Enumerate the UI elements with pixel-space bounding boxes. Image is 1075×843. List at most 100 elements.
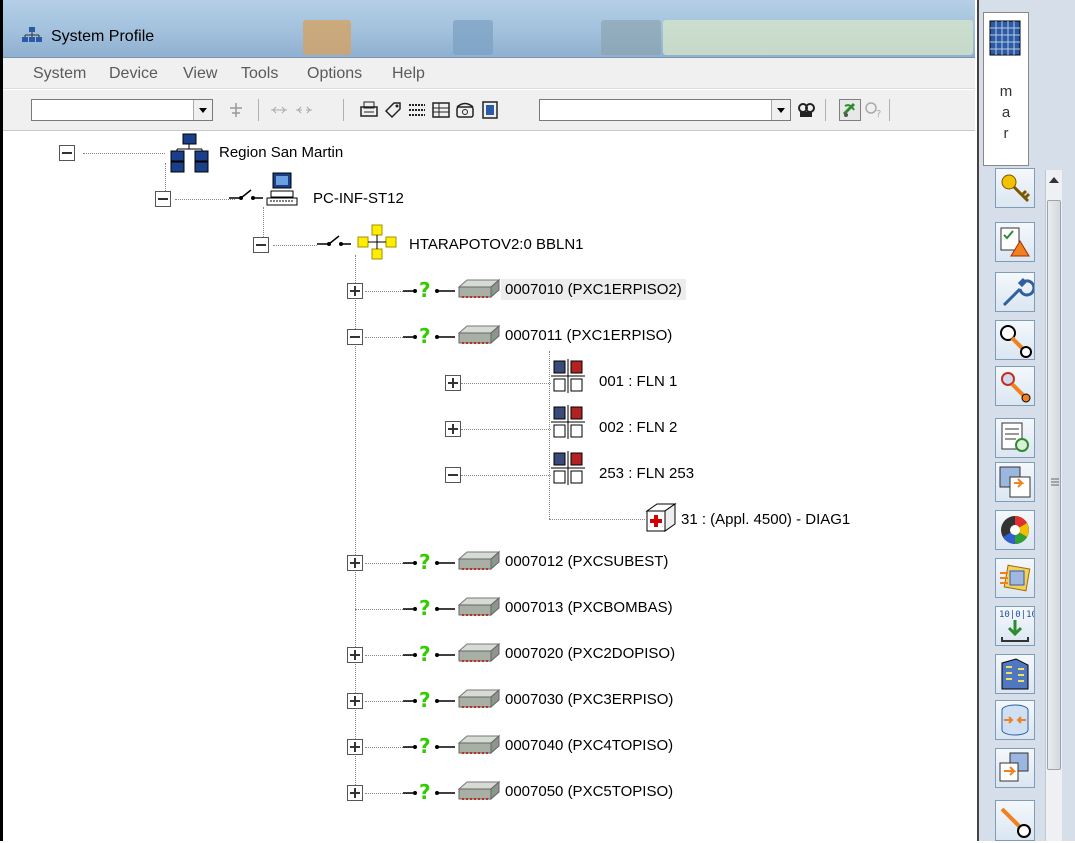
link-icon[interactable] xyxy=(268,99,290,121)
expand-toggle[interactable] xyxy=(445,375,461,391)
grid-icon[interactable] xyxy=(430,99,452,121)
toolbar-separator xyxy=(889,99,890,121)
background-window-blur xyxy=(663,20,973,55)
controller-icon xyxy=(457,733,501,761)
info-icon[interactable] xyxy=(479,99,501,121)
controller-icon xyxy=(457,687,501,715)
tree-node-fln-1[interactable]: 001 : FLN 1 xyxy=(595,371,681,392)
key-icon[interactable] xyxy=(995,168,1035,208)
alarm-checklist-icon[interactable] xyxy=(995,222,1035,262)
tree-connector xyxy=(175,199,235,200)
svg-text:?: ? xyxy=(419,324,431,345)
menu-view[interactable]: View xyxy=(183,65,217,83)
tree-node-controller-0007040[interactable]: 0007040 (PXC4TOPISO) xyxy=(501,735,677,756)
tree-node-controller-0007011[interactable]: 0007011 (PXC1ERPISO) xyxy=(501,325,676,346)
chevron-down-icon[interactable] xyxy=(193,100,212,120)
building-icon[interactable] xyxy=(995,654,1035,694)
unlink-icon[interactable] xyxy=(293,99,315,121)
app-launcher-header[interactable]: m a r xyxy=(983,12,1029,166)
tree-node-device-31[interactable]: 31 : (Appl. 4500) - DIAG1 xyxy=(677,509,854,530)
chevron-down-icon[interactable] xyxy=(771,100,790,120)
menu-options[interactable]: Options xyxy=(307,65,362,83)
svg-text:?: ? xyxy=(419,734,431,755)
tree-node-fln-2[interactable]: 002 : FLN 2 xyxy=(595,417,681,438)
collapse-toggle[interactable] xyxy=(347,329,363,345)
expand-toggle[interactable] xyxy=(347,647,363,663)
expand-toggle[interactable] xyxy=(347,555,363,571)
satellite-icon[interactable] xyxy=(839,99,861,121)
menu-bar: System Device View Tools Options Help xyxy=(3,58,975,89)
find-icon[interactable] xyxy=(795,99,817,121)
tree-connector xyxy=(273,245,317,246)
window-title: System Profile xyxy=(51,28,155,45)
tree-connector xyxy=(83,153,165,154)
background-window-blur xyxy=(601,20,661,55)
controller-icon xyxy=(457,595,501,623)
field-bus-network-icon xyxy=(355,223,399,265)
tree-connector xyxy=(461,383,551,384)
collapse-toggle[interactable] xyxy=(253,237,269,253)
import-icon[interactable] xyxy=(995,748,1035,788)
tree-node-region[interactable]: Region San Martin xyxy=(215,142,347,163)
expand-toggle[interactable] xyxy=(347,785,363,801)
tree-node-network[interactable]: HTARAPOTOV2:0 BBLN1 xyxy=(405,234,588,255)
tree-node-controller-0007013[interactable]: 0007013 (PXCBOMBAS) xyxy=(501,597,677,618)
menu-help[interactable]: Help xyxy=(392,65,425,83)
tree-node-controller-0007010[interactable]: 0007010 (PXC1ERPISO2) xyxy=(501,279,686,300)
system-tree: Region San Martin PC-INF-ST12 HTARAPOTOV… xyxy=(3,131,975,841)
unknown-status-icon: ? xyxy=(403,779,457,805)
tree-connector xyxy=(549,351,550,519)
binary-download-icon[interactable]: 10|0|10 xyxy=(995,606,1037,646)
point-commander-icon[interactable] xyxy=(995,320,1035,360)
tag-icon[interactable] xyxy=(382,99,404,121)
help-icon[interactable]: ? xyxy=(863,99,885,121)
report-icon[interactable] xyxy=(995,418,1035,458)
tree-node-controller-0007030[interactable]: 0007030 (PXC3ERPISO) xyxy=(501,689,677,710)
collapse-toggle[interactable] xyxy=(445,467,461,483)
right-tool-panel: m a r 10|0|10 xyxy=(977,0,1075,841)
expand-toggle[interactable] xyxy=(347,739,363,755)
controller-icon xyxy=(457,277,501,305)
menu-tools[interactable]: Tools xyxy=(241,65,278,83)
trend-icon[interactable] xyxy=(995,366,1035,406)
unknown-status-icon: ? xyxy=(403,641,457,667)
unknown-status-icon: ? xyxy=(403,323,457,349)
switch-link-icon xyxy=(317,231,357,251)
phone-icon[interactable] xyxy=(454,99,476,121)
point-selector-combo[interactable] xyxy=(539,99,791,121)
database-icon[interactable] xyxy=(995,700,1035,740)
expand-toggle[interactable] xyxy=(347,693,363,709)
graphics-icon[interactable] xyxy=(995,558,1035,598)
printer-icon[interactable] xyxy=(358,99,380,121)
tree-node-pc[interactable]: PC-INF-ST12 xyxy=(309,188,408,209)
svg-text:?: ? xyxy=(419,596,431,617)
scrollbar-thumb[interactable] xyxy=(1047,200,1061,770)
expand-toggle[interactable] xyxy=(347,283,363,299)
controller-icon xyxy=(457,641,501,669)
workstation-icon xyxy=(265,171,301,211)
menu-system[interactable]: System xyxy=(33,65,86,83)
list-icon[interactable] xyxy=(406,99,428,121)
expand-toggle[interactable] xyxy=(445,421,461,437)
copy-icon[interactable] xyxy=(995,462,1035,502)
background-window-blur xyxy=(303,20,351,55)
site-selector-combo[interactable] xyxy=(31,99,213,121)
collapse-toggle[interactable] xyxy=(59,145,75,161)
scroll-up-arrow-icon[interactable] xyxy=(1049,176,1059,184)
pen-icon[interactable] xyxy=(995,800,1035,841)
collapse-toggle[interactable] xyxy=(155,191,171,207)
tree-add-icon[interactable] xyxy=(225,99,247,121)
tree-connector xyxy=(461,429,551,430)
diagnostic-device-icon xyxy=(643,501,679,539)
wrench-icon[interactable] xyxy=(995,272,1036,312)
tree-node-controller-0007012[interactable]: 0007012 (PXCSUBEST) xyxy=(501,551,672,572)
tree-connector xyxy=(549,519,645,520)
tree-node-controller-0007020[interactable]: 0007020 (PXC2DOPISO) xyxy=(501,643,679,664)
right-panel-scrollbar[interactable] xyxy=(1045,170,1062,841)
title-bar[interactable]: System Profile xyxy=(3,0,975,58)
tree-node-fln-253[interactable]: 253 : FLN 253 xyxy=(595,463,698,484)
tree-node-controller-0007050[interactable]: 0007050 (PXC5TOPISO) xyxy=(501,781,677,802)
svg-text:?: ? xyxy=(419,780,431,801)
color-wheel-icon[interactable] xyxy=(995,510,1035,550)
menu-device[interactable]: Device xyxy=(109,65,158,83)
